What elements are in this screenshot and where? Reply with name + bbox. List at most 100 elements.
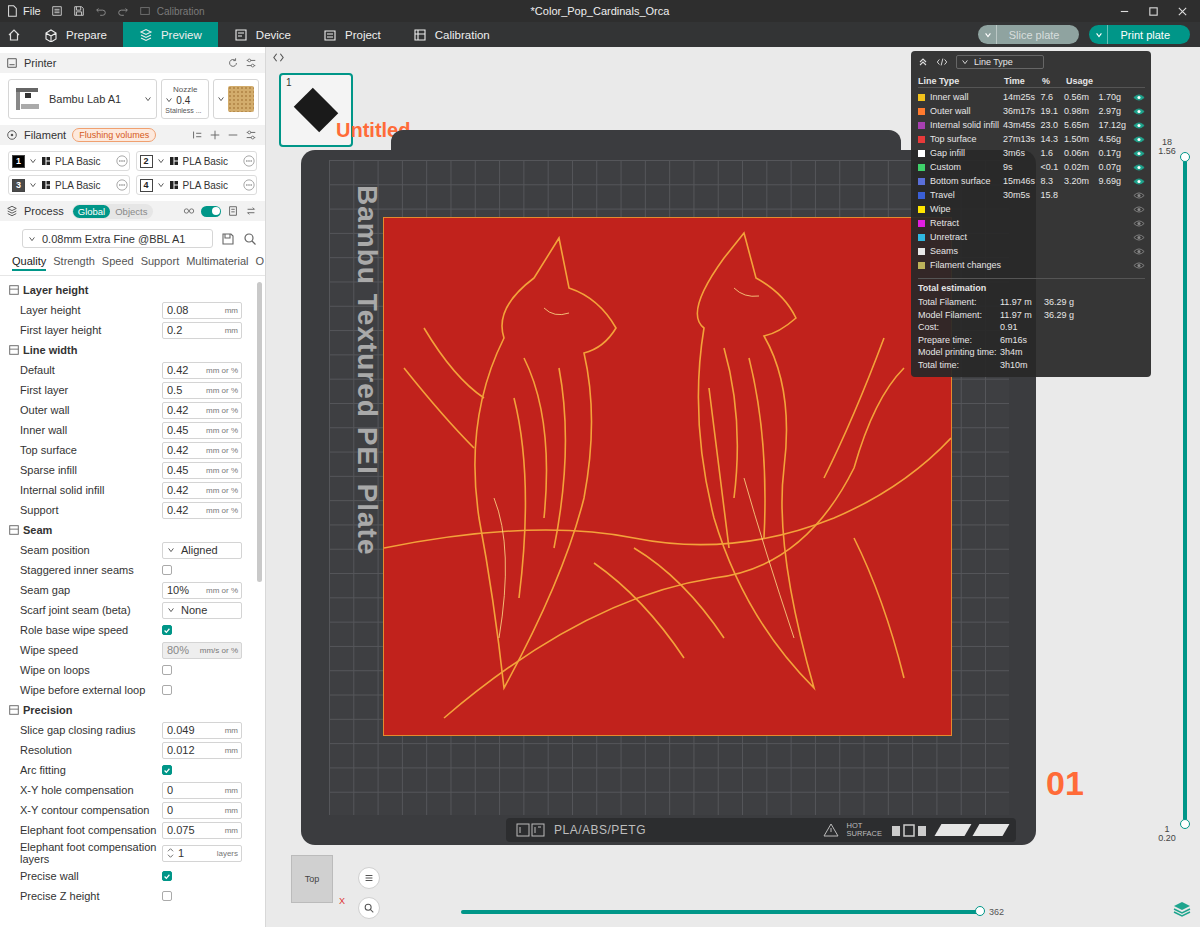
collapse-icon[interactable] [918, 57, 928, 67]
toolbar-tab[interactable]: Project [307, 22, 397, 47]
nozzle-select[interactable]: Nozzle0.4Stainless ... [161, 79, 209, 119]
setting-input[interactable]: 0.42mm or % [162, 362, 242, 379]
toolbar-tab[interactable]: Device [218, 22, 307, 47]
setting-input[interactable]: 0.45mm or % [162, 422, 242, 439]
visibility-eye-icon[interactable] [1133, 149, 1145, 158]
filament-slot[interactable]: 3PLA Basic [8, 175, 130, 195]
setting-input[interactable]: 0.08mm [162, 302, 242, 319]
legend-row[interactable]: Custom9s<0.10.02m0.07g [918, 160, 1145, 174]
filament-color-index[interactable]: 4 [140, 179, 153, 192]
setting-checkbox[interactable] [162, 765, 172, 775]
move-slider[interactable]: 362 [461, 907, 1021, 917]
setting-checkbox[interactable] [162, 891, 172, 901]
setting-input[interactable]: 0mm [162, 782, 242, 799]
advanced-mode-switch[interactable] [201, 206, 221, 217]
filament-color-index[interactable]: 3 [12, 179, 25, 192]
legend-row[interactable]: Seams [918, 244, 1145, 258]
legend-row[interactable]: Wipe [918, 202, 1145, 216]
setting-checkbox[interactable] [162, 565, 172, 575]
file-menu[interactable]: File [6, 5, 41, 17]
setting-spinner[interactable]: 1layers [162, 845, 242, 862]
view-type-select[interactable]: Line Type [956, 55, 1044, 69]
scope-option[interactable]: Global [73, 205, 110, 218]
process-tab[interactable]: Speed [102, 255, 134, 271]
notes-icon[interactable] [227, 205, 239, 217]
view-cube[interactable]: TopX [291, 855, 351, 911]
toolbar-tab[interactable]: Calibration [397, 22, 506, 47]
scope-option[interactable]: Objects [110, 205, 152, 218]
legend-row[interactable]: Gap infill3m6s1.60.06m0.17g [918, 146, 1145, 160]
filament-slot[interactable]: 1PLA Basic [8, 151, 130, 171]
visibility-eye-icon[interactable] [1133, 233, 1145, 242]
visibility-eye-icon[interactable] [1133, 93, 1145, 102]
settings-scrollbar[interactable] [257, 282, 262, 927]
gcode-icon[interactable] [936, 56, 948, 68]
move-thumb[interactable] [975, 906, 985, 916]
dropdown-chevron-icon[interactable] [978, 25, 997, 44]
home-button[interactable] [0, 22, 28, 47]
minimize-icon[interactable] [1119, 6, 1130, 17]
scope-toggle[interactable]: GlobalObjects [72, 204, 154, 219]
collapse-sidebar-icon[interactable] [272, 51, 285, 64]
setting-input[interactable]: 0.42mm or % [162, 502, 242, 519]
more-icon[interactable] [116, 155, 128, 167]
setting-select[interactable]: Aligned [162, 542, 242, 559]
layers-icon[interactable] [1172, 899, 1192, 919]
save-icon[interactable] [73, 5, 85, 17]
legend-row[interactable]: Outer wall36m17s19.10.98m2.97g [918, 104, 1145, 118]
plate-action-button[interactable]: Print plate [1089, 25, 1190, 44]
menu-icon[interactable] [51, 5, 63, 17]
search-icon[interactable] [243, 232, 257, 246]
sync-icon[interactable] [191, 129, 203, 141]
dropdown-chevron-icon[interactable] [1089, 25, 1108, 44]
process-tab[interactable]: Multimaterial [186, 255, 248, 271]
setting-input[interactable]: 0.5mm or % [162, 382, 242, 399]
close-icon[interactable] [1177, 6, 1188, 17]
filament-color-index[interactable]: 2 [140, 155, 153, 168]
legend-row[interactable]: Filament changes [918, 258, 1145, 272]
visibility-eye-icon[interactable] [1133, 219, 1145, 228]
process-tab[interactable]: O [256, 255, 265, 271]
filament-color-index[interactable]: 1 [12, 155, 25, 168]
more-icon[interactable] [116, 179, 128, 191]
3d-preview-canvas[interactable]: 1UntitledBambu Textured PEI PlatePLA/ABS… [266, 47, 1200, 927]
view-menu-button[interactable] [358, 867, 380, 889]
plate-action-button[interactable]: Slice plate [978, 25, 1080, 44]
sliced-model-preview[interactable] [384, 218, 951, 735]
legend-row[interactable]: Top surface27m13s14.31.50m4.56g [918, 132, 1145, 146]
process-preset-select[interactable]: 0.08mm Extra Fine @BBL A1 [22, 229, 213, 248]
upper-thumb[interactable] [1180, 152, 1190, 162]
visibility-eye-icon[interactable] [1133, 163, 1145, 172]
process-tab[interactable]: Strength [53, 255, 95, 271]
legend-row[interactable]: Travel30m5s15.8 [918, 188, 1145, 202]
setting-input[interactable]: 0.2mm [162, 322, 242, 339]
legend-row[interactable]: Inner wall14m25s7.60.56m1.70g [918, 90, 1145, 104]
remove-icon[interactable] [227, 129, 239, 141]
filament-settings-icon[interactable] [245, 129, 257, 141]
legend-row[interactable]: Internal solid infill43m45s23.05.65m17.1… [918, 118, 1145, 132]
setting-input[interactable]: 0.075mm [162, 822, 242, 839]
undo-icon[interactable] [95, 5, 107, 17]
visibility-eye-icon[interactable] [1133, 177, 1145, 186]
filament-slot[interactable]: 2PLA Basic [136, 151, 258, 171]
compare-icon[interactable] [183, 205, 195, 217]
visibility-eye-icon[interactable] [1133, 261, 1145, 270]
legend-row[interactable]: Unretract [918, 230, 1145, 244]
visibility-eye-icon[interactable] [1133, 107, 1145, 116]
legend-row[interactable]: Retract [918, 216, 1145, 230]
setting-input[interactable]: 0.42mm or % [162, 482, 242, 499]
more-icon[interactable] [243, 155, 255, 167]
plate-type-select[interactable] [213, 79, 259, 119]
visibility-eye-icon[interactable] [1133, 121, 1145, 130]
lower-thumb[interactable] [1180, 819, 1190, 829]
process-tab[interactable]: Quality [12, 255, 46, 271]
spinner-arrows-icon[interactable] [167, 847, 174, 859]
filament-slot[interactable]: 4PLA Basic [136, 175, 258, 195]
visibility-eye-icon[interactable] [1133, 191, 1145, 200]
setting-checkbox[interactable] [162, 871, 172, 881]
setting-checkbox[interactable] [162, 665, 172, 675]
toolbar-tab[interactable]: Prepare [28, 22, 123, 47]
setting-input[interactable]: 0.45mm or % [162, 462, 242, 479]
legend-row[interactable]: Bottom surface15m46s8.33.20m9.69g [918, 174, 1145, 188]
printer-select[interactable]: Bambu Lab A1 [8, 79, 157, 119]
